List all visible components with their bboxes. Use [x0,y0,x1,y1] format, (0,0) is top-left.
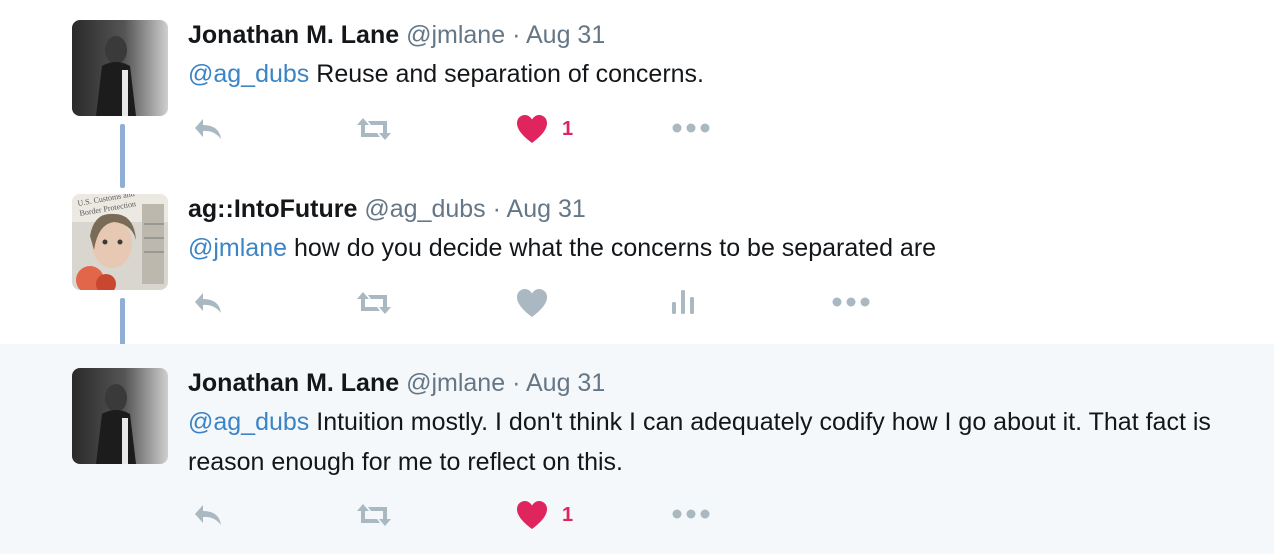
mention-link[interactable]: @jmlane [188,234,287,262]
display-name[interactable]: Jonathan M. Lane [188,21,399,49]
heart-icon [517,115,547,143]
separator: · [492,195,501,223]
retweet-button[interactable] [355,290,393,316]
username[interactable]: @jmlane [406,21,505,49]
tweet-header: Jonathan M. Lane @jmlane · Aug 31 [188,368,605,398]
like-count: 1 [562,117,574,140]
tweet-text: @ag_dubs Intuition mostly. I don't think… [188,402,1228,482]
retweet-button[interactable] [355,502,393,528]
more-button[interactable] [832,296,870,308]
like-button[interactable]: 1 [516,500,573,530]
tweet[interactable]: U.S. Customs and Border Protection ag::I… [0,172,1274,344]
reply-icon [195,119,221,139]
tweet[interactable]: Jonathan M. Lane @jmlane · Aug 31 @ag_du… [0,0,1274,172]
tweet-text: @jmlane how do you decide what the conce… [188,228,1248,268]
separator: · [512,21,521,49]
focused-tweet[interactable]: Jonathan M. Lane @jmlane · Aug 31 @ag_du… [0,344,1274,554]
reply-button[interactable] [192,290,224,316]
more-button[interactable] [672,122,710,134]
separator: · [512,369,521,397]
username[interactable]: @ag_dubs [364,195,485,223]
tweet-header: Jonathan M. Lane @jmlane · Aug 31 [188,20,605,50]
reply-button[interactable] [192,116,224,142]
like-button[interactable]: 1 [516,114,573,144]
mention-link[interactable]: @ag_dubs [188,408,309,436]
retweet-button[interactable] [355,116,393,142]
timestamp[interactable]: Aug 31 [507,195,586,223]
retweet-icon [357,504,391,526]
tweet-text: @ag_dubs Reuse and separation of concern… [188,54,1248,94]
avatar[interactable]: U.S. Customs and Border Protection [72,194,168,290]
retweet-icon [357,118,391,140]
like-button[interactable] [516,288,548,318]
timestamp[interactable]: Aug 31 [526,369,605,397]
avatar[interactable] [72,20,168,116]
display-name[interactable]: Jonathan M. Lane [188,369,399,397]
analytics-button[interactable] [670,288,696,316]
more-icon [672,123,710,133]
heart-icon [517,289,547,317]
analytics-icon [672,290,694,314]
reply-icon [195,505,221,525]
like-count: 1 [562,503,574,526]
tweet-body: Reuse and separation of concerns. [309,60,705,88]
more-icon [832,297,870,307]
more-icon [672,509,710,519]
heart-icon [517,501,547,529]
retweet-icon [357,292,391,314]
reply-icon [195,293,221,313]
username[interactable]: @jmlane [406,369,505,397]
tweet-body: Intuition mostly. I don't think I can ad… [188,408,1211,476]
avatar[interactable] [72,368,168,464]
display-name[interactable]: ag::IntoFuture [188,195,357,223]
more-button[interactable] [672,508,710,520]
tweet-header: ag::IntoFuture @ag_dubs · Aug 31 [188,194,586,224]
reply-button[interactable] [192,502,224,528]
tweet-body: how do you decide what the concerns to b… [287,234,937,262]
mention-link[interactable]: @ag_dubs [188,60,309,88]
timestamp[interactable]: Aug 31 [526,21,605,49]
